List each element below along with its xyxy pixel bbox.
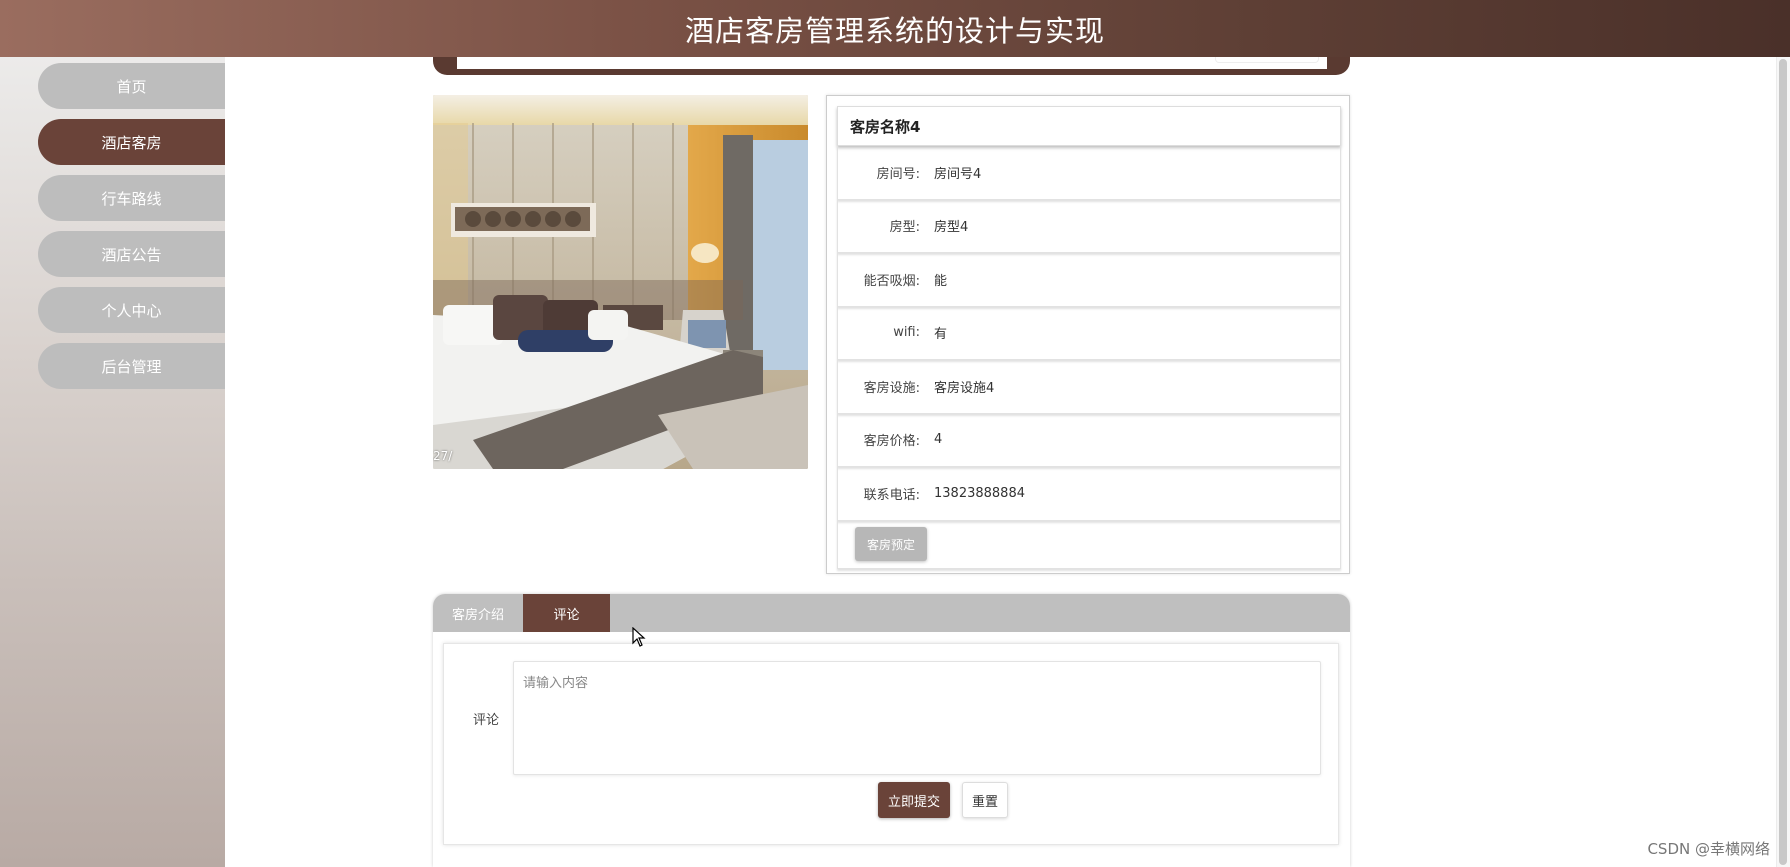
detail-value: 房型4 [934, 220, 969, 236]
image-caption: 27/ [433, 449, 453, 463]
detail-label: 房间号: [876, 166, 920, 182]
detail-label: wifi: [893, 325, 920, 341]
tab-bar: 客房介绍 评论 [433, 594, 1350, 632]
detail-row-wifi: wifi: 有 [837, 306, 1341, 360]
sidebar-item-hotel-rooms[interactable]: 酒店客房 [38, 119, 225, 165]
tab-room-intro[interactable]: 客房介绍 [433, 594, 523, 632]
watermark: CSDN @幸横网络 [1647, 840, 1770, 858]
detail-row-room-type: 房型: 房型4 [837, 199, 1341, 253]
tabs-section: 客房介绍 评论 评论 立即提交 重置 [433, 594, 1350, 867]
room-name: 客房名称4 [837, 106, 1341, 146]
booking-area: 客房预定 [837, 520, 1341, 569]
sidebar-item-home[interactable]: 首页 [38, 63, 225, 109]
detail-row-phone: 联系电话: 13823888884 [837, 467, 1341, 521]
detail-value: 4 [934, 432, 943, 448]
detail-row-smoking: 能否吸烟: 能 [837, 253, 1341, 307]
mouse-cursor-icon [632, 627, 646, 647]
detail-value: 房间号4 [934, 166, 982, 182]
comment-label: 评论 [473, 713, 500, 728]
sidebar-item-admin[interactable]: 后台管理 [38, 343, 225, 389]
sidebar-item-personal-center[interactable]: 个人中心 [38, 287, 225, 333]
detail-label: 联系电话: [863, 487, 920, 503]
page-scrollbar[interactable] [1776, 57, 1790, 867]
comment-input[interactable] [513, 661, 1321, 775]
detail-value: 有 [934, 327, 948, 343]
room-detail-panel: 客房名称4 房间号: 房间号4 房型: 房型4 能否吸烟: 能 wifi: 有 … [826, 95, 1350, 574]
hotel-room-illustration [433, 95, 808, 469]
detail-value: 能 [934, 273, 948, 289]
detail-label: 能否吸烟: [863, 273, 920, 289]
detail-value: 13823888884 [934, 485, 1025, 501]
page-title: 酒店客房管理系统的设计与实现 [684, 13, 1105, 48]
reset-button[interactable]: 重置 [962, 782, 1008, 818]
detail-row-facilities: 客房设施: 客房设施4 [837, 360, 1341, 414]
submit-button[interactable]: 立即提交 [878, 782, 950, 818]
detail-row-price: 客房价格: 4 [837, 413, 1341, 467]
detail-label: 房型: [889, 220, 920, 236]
detail-label: 客房设施: [863, 380, 920, 396]
sidebar-item-driving-route[interactable]: 行车路线 [38, 175, 225, 221]
detail-row-room-number: 房间号: 房间号4 [837, 146, 1341, 200]
scrollbar-thumb[interactable] [1779, 59, 1787, 865]
tab-comments[interactable]: 评论 [523, 594, 610, 632]
detail-value: 客房设施4 [934, 380, 995, 396]
app-header: 酒店客房管理系统的设计与实现 [0, 0, 1790, 57]
room-photo: 27/ [433, 95, 808, 469]
sidebar-item-hotel-notices[interactable]: 酒店公告 [38, 231, 225, 277]
comment-form: 评论 立即提交 重置 [443, 643, 1339, 845]
detail-label: 客房价格: [863, 434, 920, 450]
sidebar: 首页 酒店客房 行车路线 酒店公告 个人中心 后台管理 [0, 57, 225, 867]
book-room-button[interactable]: 客房预定 [855, 527, 927, 561]
room-detail-inner: 客房名称4 房间号: 房间号4 房型: 房型4 能否吸烟: 能 wifi: 有 … [837, 106, 1341, 569]
